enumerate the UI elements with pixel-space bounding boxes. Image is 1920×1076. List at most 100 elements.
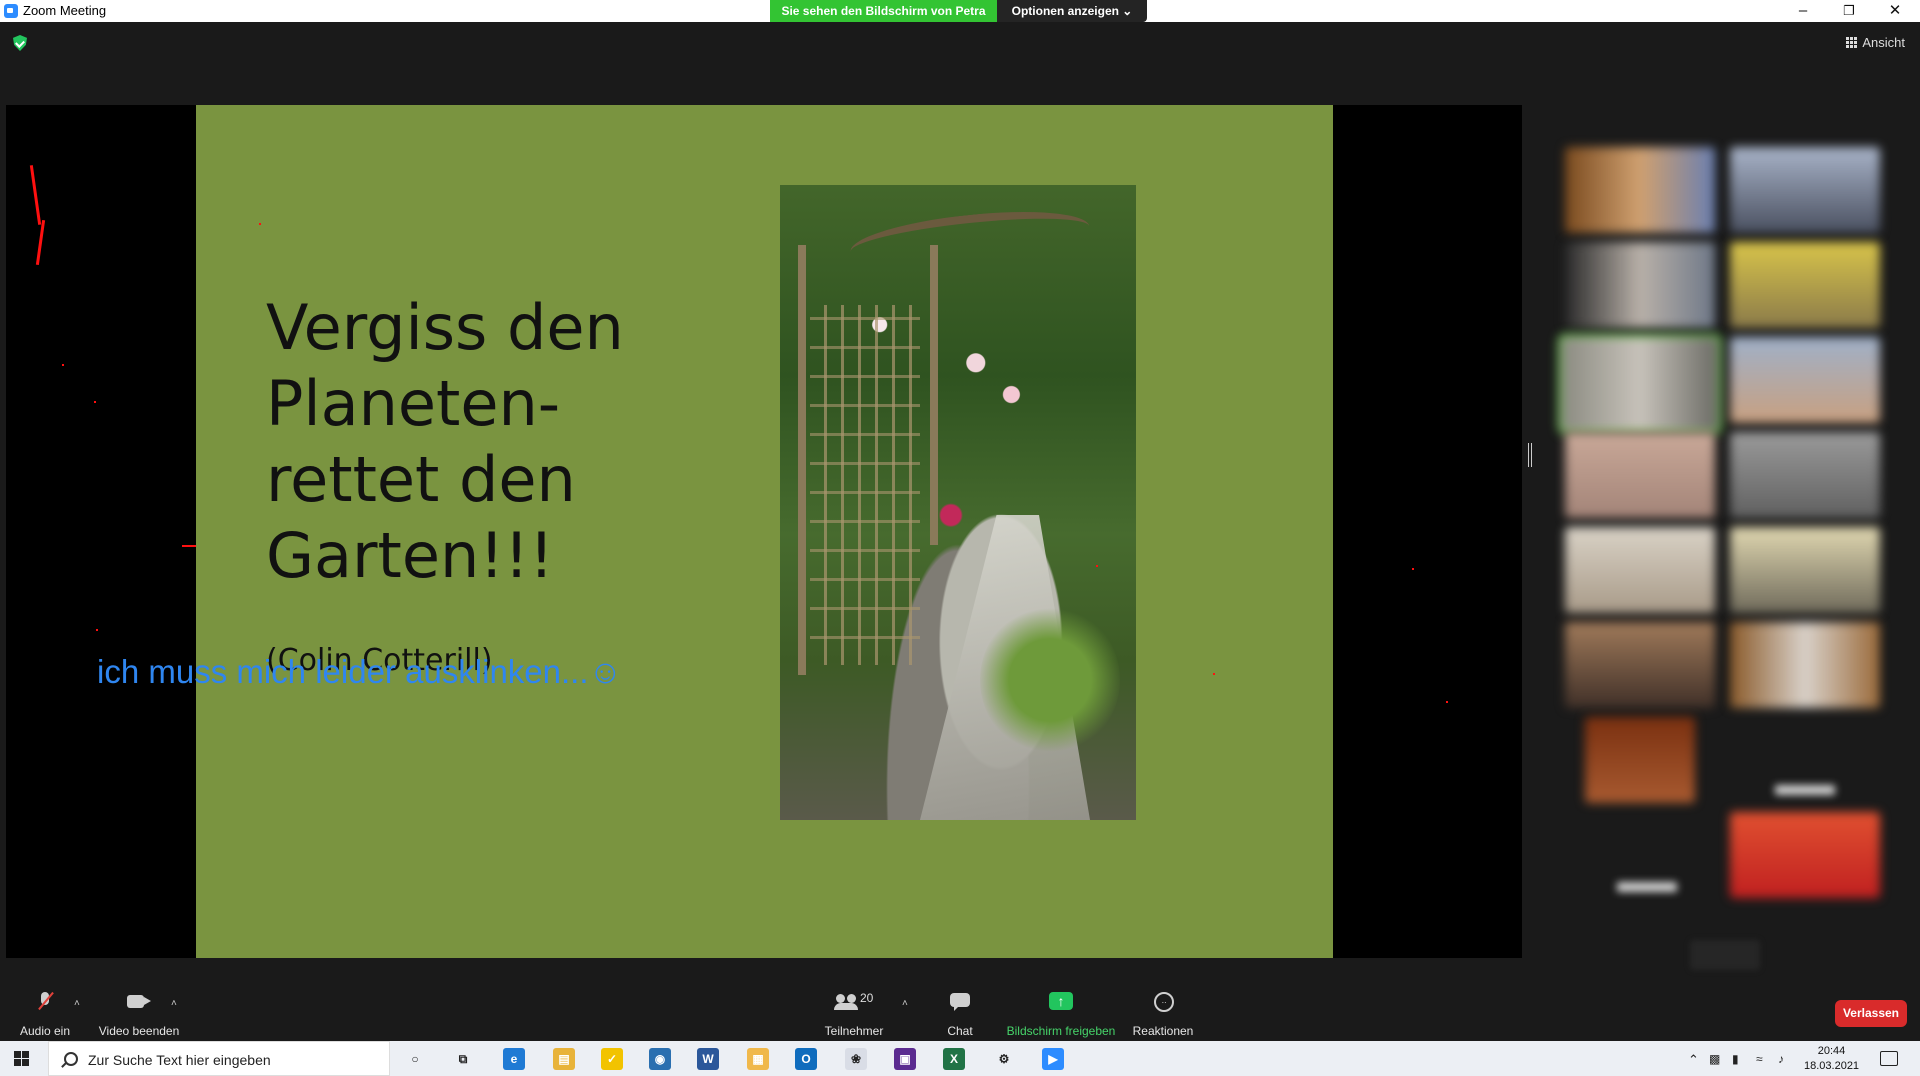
wifi-icon[interactable]: ≈ (1756, 1052, 1763, 1066)
participants-label: Teilnehmer (824, 1024, 884, 1038)
zoom-icon[interactable]: ▶ (1042, 1048, 1064, 1070)
reaction-smiley-icon: ∙∙ (1154, 992, 1174, 1012)
volume-icon[interactable]: ♪ (1778, 1052, 1784, 1066)
battery-icon[interactable]: ▮ (1732, 1052, 1739, 1066)
windows-start-icon[interactable] (14, 1051, 30, 1067)
chat-bubble-icon (950, 993, 970, 1011)
encryption-shield-icon[interactable] (13, 35, 27, 51)
video-label: Video beenden (98, 1024, 180, 1038)
garden-photo (780, 185, 1136, 820)
share-screen-button[interactable]: ↑ Bildschirm freigeben (1000, 988, 1122, 1038)
annotation-dot (62, 364, 64, 366)
annotation-dot (94, 401, 96, 403)
rose-arch (848, 202, 1092, 276)
participant-tile[interactable] (1565, 622, 1715, 708)
annotation-dot (1412, 568, 1414, 570)
clock-date: 18.03.2021 (1804, 1060, 1860, 1072)
close-button[interactable]: ✕ (1872, 0, 1918, 22)
slide-title-line: Planeten- (266, 367, 561, 440)
share-screen-label: Bildschirm freigeben (1006, 1024, 1116, 1038)
screen-share-banner: Sie sehen den Bildschirm von Petra (770, 0, 997, 22)
window-title-bar: Zoom Meeting Sie sehen den Bildschirm vo… (0, 0, 1920, 22)
view-button[interactable]: Ansicht (1846, 35, 1905, 50)
participant-gallery[interactable] (1555, 147, 1895, 977)
leave-meeting-button[interactable]: Verlassen (1835, 1000, 1907, 1027)
word-icon[interactable]: W (697, 1048, 719, 1070)
participant-tile[interactable] (1730, 812, 1880, 898)
video-button[interactable]: Video beenden (96, 988, 182, 1038)
slide-title-line: Garten!!! (266, 519, 554, 592)
paint-icon[interactable]: ❀ (845, 1048, 867, 1070)
photo-app-icon[interactable]: ▣ (894, 1048, 916, 1070)
search-placeholder: Zur Suche Text hier eingeben (88, 1052, 271, 1068)
annotation-dot (1446, 701, 1448, 703)
norton-icon[interactable]: ✓ (601, 1048, 623, 1070)
notification-center-icon[interactable] (1880, 1051, 1898, 1066)
participant-tile[interactable] (1730, 337, 1880, 423)
file-explorer-icon[interactable]: ▤ (553, 1048, 575, 1070)
participant-tile-active-speaker[interactable] (1558, 334, 1722, 434)
chat-label: Chat (947, 1024, 973, 1038)
annotation-dot (96, 629, 98, 631)
gallery-page-control[interactable] (1690, 940, 1760, 970)
audio-options-caret[interactable]: ˄ (74, 998, 80, 1009)
audio-button[interactable]: Audio ein (14, 988, 76, 1038)
chat-button[interactable]: Chat (930, 988, 990, 1038)
task-view-icon[interactable]: ⧉ (452, 1048, 474, 1070)
audio-label: Audio ein (19, 1024, 71, 1038)
annotation-dot (259, 223, 261, 225)
participant-name-placeholder (1775, 785, 1835, 795)
settings-icon[interactable]: ⚙ (993, 1048, 1015, 1070)
participant-name-placeholder (1617, 882, 1677, 892)
outlook-icon[interactable]: O (795, 1048, 817, 1070)
grid-icon (1846, 37, 1858, 48)
participant-tile[interactable] (1565, 147, 1715, 233)
taskbar-search-box[interactable]: Zur Suche Text hier eingeben (48, 1041, 390, 1076)
panel-resize-handle[interactable] (1528, 443, 1532, 467)
cortana-icon[interactable]: ○ (404, 1048, 426, 1070)
participants-icon (834, 994, 858, 1010)
participant-tile[interactable] (1730, 622, 1880, 708)
meeting-toolbar: Audio ein ˄ Video beenden ˄ 20 Teilnehme… (0, 978, 1920, 1041)
view-label: Ansicht (1862, 35, 1905, 50)
excel-icon[interactable]: X (943, 1048, 965, 1070)
explorer-folder-icon[interactable]: ▦ (747, 1048, 769, 1070)
search-icon (64, 1052, 78, 1066)
annotation-dot (182, 545, 196, 547)
slide-title: Vergiss den Planeten- rettet den Garten!… (266, 290, 746, 594)
tray-expand-icon[interactable]: ⌃ (1688, 1052, 1699, 1068)
system-clock[interactable]: 20:44 18.03.2021 (1804, 1044, 1859, 1074)
camera-icon[interactable]: ◉ (649, 1048, 671, 1070)
participant-tile[interactable] (1565, 242, 1715, 328)
reactions-label: Reaktionen (1132, 1024, 1194, 1038)
reactions-button[interactable]: ∙∙ Reaktionen (1130, 988, 1196, 1038)
participant-tile[interactable] (1565, 432, 1715, 518)
zoom-app-icon (4, 4, 18, 18)
annotation-dot (1213, 673, 1215, 675)
participant-tile[interactable] (1730, 527, 1880, 613)
share-screen-icon: ↑ (1049, 992, 1073, 1010)
minimize-button[interactable]: – (1780, 0, 1826, 22)
participants-button[interactable]: 20 Teilnehmer (820, 988, 888, 1038)
participant-tile[interactable] (1730, 147, 1880, 233)
video-camera-icon (127, 995, 151, 1008)
annotation-text: ich muss mich leider ausklinken...☺ (97, 653, 623, 690)
slide-title-line: Vergiss den (266, 291, 624, 364)
device-icon[interactable]: ▩ (1709, 1052, 1720, 1066)
windows-taskbar: Zur Suche Text hier eingeben ○ ⧉ e ▤ ✓ ◉ W ▦ O ❀ ▣… (0, 1041, 1920, 1076)
trellis-post (930, 245, 938, 545)
shared-screen: Vergiss den Planeten- rettet den Garten!… (6, 105, 1522, 958)
edge-icon[interactable]: e (503, 1048, 525, 1070)
video-options-caret[interactable]: ˄ (171, 998, 177, 1009)
annotation-dot (1096, 565, 1098, 567)
potted-plant (980, 605, 1120, 755)
participant-tile[interactable] (1730, 242, 1880, 328)
meeting-area: Ansicht Vergiss den Planeten- rettet den… (0, 22, 1920, 978)
restore-button[interactable]: ❐ (1826, 0, 1872, 22)
participants-options-caret[interactable]: ˄ (902, 998, 908, 1009)
trellis (810, 305, 920, 665)
participant-tile[interactable] (1585, 717, 1695, 803)
participant-tile[interactable] (1730, 432, 1880, 518)
view-options-button[interactable]: Optionen anzeigen ⌄ (997, 0, 1147, 22)
participant-tile[interactable] (1565, 527, 1715, 613)
